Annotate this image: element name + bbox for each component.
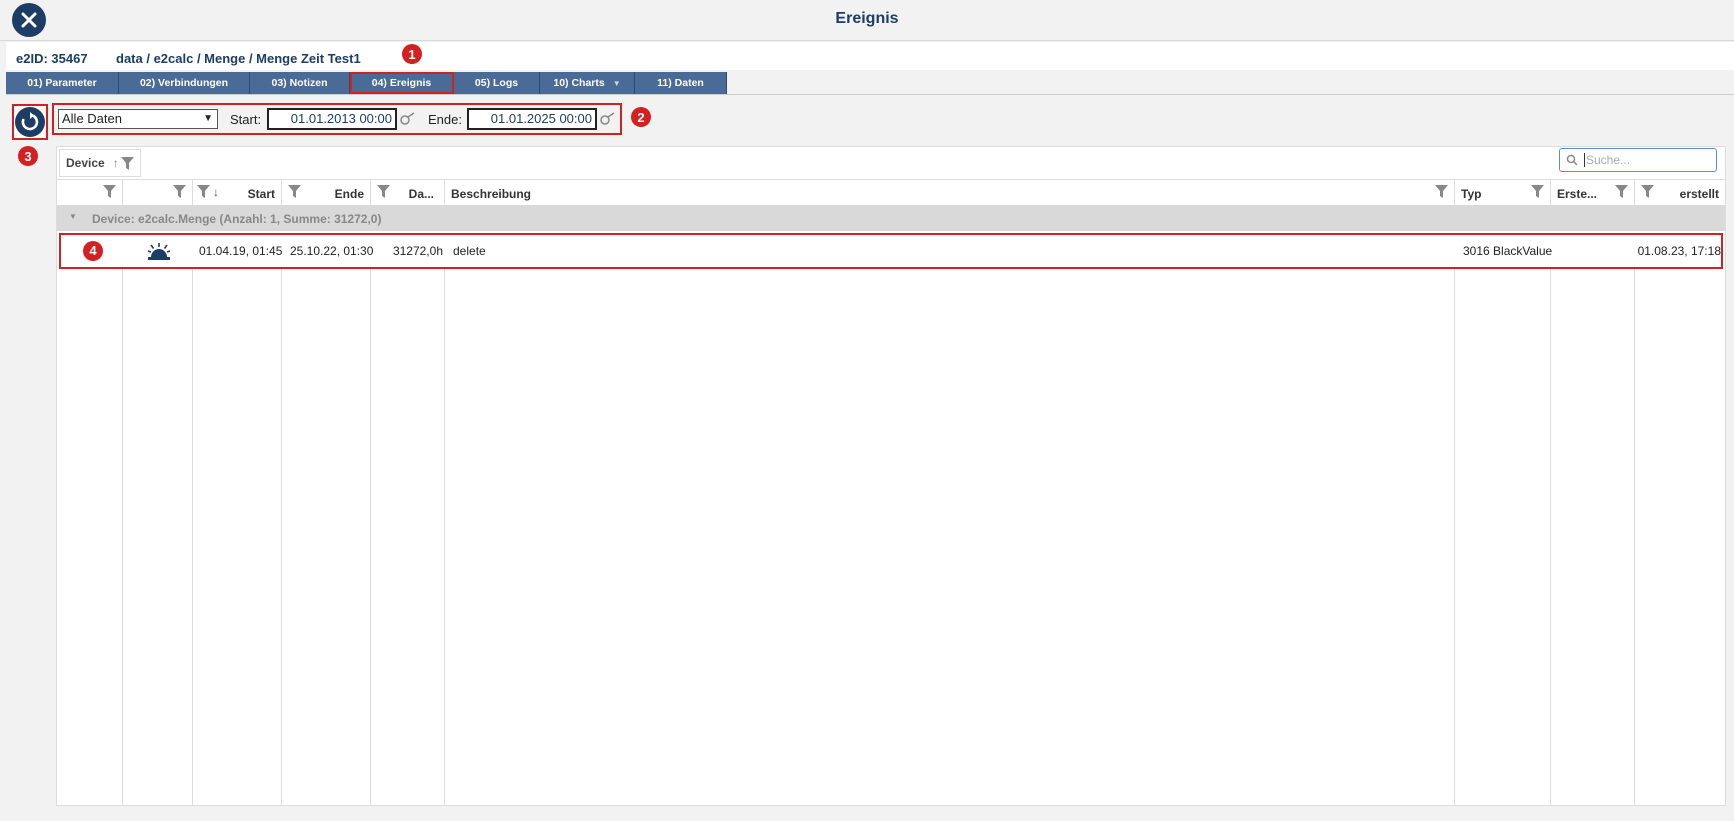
alarm-event-icon xyxy=(147,243,171,260)
info-bar: e2ID: 35467 data / e2calc / Menge / Meng… xyxy=(6,42,1734,70)
tab-ereignis[interactable]: 04) Ereignis xyxy=(350,72,454,94)
search-placeholder: Suche... xyxy=(1584,153,1631,167)
tab-charts[interactable]: 10) Charts ▼ xyxy=(540,72,635,94)
column-divider xyxy=(281,269,282,805)
tab-logs[interactable]: 05) Logs xyxy=(454,72,540,94)
cell-ende: 25.10.22, 01:30 xyxy=(290,244,374,258)
row-marker-cell: 4 xyxy=(61,235,125,267)
tab-parameter[interactable]: 01) Parameter xyxy=(6,72,119,94)
column-divider xyxy=(1454,269,1455,805)
column-divider xyxy=(122,269,123,805)
column-header-symbol[interactable] xyxy=(123,180,193,206)
column-header-typ[interactable]: Typ xyxy=(1455,180,1551,206)
window-title: Ereignis xyxy=(835,10,899,27)
column-divider xyxy=(1550,269,1551,805)
end-label: Ende: xyxy=(428,112,462,127)
calendar-picker-icon[interactable] xyxy=(400,111,416,125)
column-label-start: Start xyxy=(247,187,275,201)
tab-bar: 01) Parameter 02) Verbindungen 03) Notiz… xyxy=(6,72,1734,95)
group-row-label: Device: e2calc.Menge (Anzahl: 1, Summe: … xyxy=(92,212,382,226)
annotation-marker-2: 2 xyxy=(631,107,651,127)
refresh-circle xyxy=(15,107,45,137)
e2id-label: e2ID: 35467 xyxy=(16,51,88,66)
tab-notizen[interactable]: 03) Notizen xyxy=(250,72,350,94)
end-date-input[interactable]: 01.01.2025 00:00 xyxy=(467,108,597,130)
group-chip-label: Device xyxy=(66,156,105,170)
column-divider xyxy=(1634,269,1635,805)
start-date-input[interactable]: 01.01.2013 00:00 xyxy=(267,108,397,130)
column-label-erste: Erste... xyxy=(1557,187,1598,201)
tab-charts-label: 10) Charts xyxy=(553,77,605,89)
range-select[interactable]: Alle Daten ▼ xyxy=(58,109,218,129)
filter-icon[interactable] xyxy=(377,185,390,198)
tab-daten[interactable]: 11) Daten xyxy=(635,72,727,94)
search-icon xyxy=(1566,154,1578,166)
events-grid: Device ↑ Suche... ↓ Start Ende Da... Bes… xyxy=(56,146,1726,806)
refresh-icon xyxy=(21,112,39,131)
cell-erste xyxy=(1553,235,1637,267)
chevron-down-icon: ▼ xyxy=(203,113,213,124)
annotation-marker-3: 3 xyxy=(18,146,38,166)
column-divider xyxy=(444,269,445,805)
filter-icon[interactable] xyxy=(1531,185,1544,198)
annotation-marker-4: 4 xyxy=(83,241,103,261)
breadcrumb: data / e2calc / Menge / Menge Zeit Test1 xyxy=(116,51,361,66)
filter-icon[interactable] xyxy=(288,185,301,198)
filter-icon[interactable] xyxy=(1435,185,1448,198)
chevron-down-icon: ▼ xyxy=(612,78,621,88)
event-symbol-cell xyxy=(125,235,195,267)
column-label-erstellt: erstellt xyxy=(1679,187,1719,201)
column-header-erste[interactable]: Erste... xyxy=(1551,180,1635,206)
column-header-start[interactable]: ↓ Start xyxy=(193,180,282,206)
cell-beschreibung: delete xyxy=(453,244,486,258)
filter-icon[interactable] xyxy=(103,185,116,198)
column-label-typ: Typ xyxy=(1461,187,1482,201)
grid-header: ↓ Start Ende Da... Beschreibung Typ Erst… xyxy=(57,179,1725,207)
range-select-value: Alle Daten xyxy=(62,111,122,126)
group-row[interactable]: ▼ Device: e2calc.Menge (Anzahl: 1, Summe… xyxy=(57,205,1725,231)
sort-asc-icon[interactable]: ↑ xyxy=(113,156,119,170)
collapse-icon[interactable]: ▼ xyxy=(69,212,77,221)
tab-verbindungen[interactable]: 02) Verbindungen xyxy=(119,72,250,94)
cell-dauer: 31272,0h xyxy=(392,244,443,258)
column-header-ende[interactable]: Ende xyxy=(282,180,371,206)
column-label-dauer: Da... xyxy=(408,187,434,201)
filter-icon[interactable] xyxy=(1615,185,1628,198)
column-label-beschreibung: Beschreibung xyxy=(451,187,532,201)
table-row[interactable]: 4 01.04.19, 01:45 25.10.22, 01:30 31272,… xyxy=(59,233,1723,269)
column-divider xyxy=(192,269,193,805)
cell-start: 01.04.19, 01:45 xyxy=(199,244,283,258)
group-chip-device[interactable]: Device ↑ xyxy=(59,149,141,177)
start-label: Start: xyxy=(230,112,262,127)
filter-icon[interactable] xyxy=(173,185,186,198)
filter-icon[interactable] xyxy=(120,156,134,170)
date-filter-box: Alle Daten ▼ Start: 01.01.2013 00:00 End… xyxy=(52,103,622,135)
annotation-marker-1: 1 xyxy=(402,44,422,64)
cell-erstellt: 01.08.23, 17:18 xyxy=(1637,244,1721,258)
search-input[interactable]: Suche... xyxy=(1559,148,1717,172)
column-header-icon[interactable] xyxy=(57,180,123,206)
sort-desc-icon[interactable]: ↓ xyxy=(213,185,219,199)
group-by-area: Device ↑ Suche... xyxy=(57,147,1725,179)
filter-icon[interactable] xyxy=(197,185,210,198)
calendar-picker-icon[interactable] xyxy=(600,111,616,125)
refresh-button[interactable] xyxy=(12,104,48,140)
column-header-dauer[interactable]: Da... xyxy=(371,180,445,206)
cell-typ: 3016 BlackValue xyxy=(1463,244,1553,258)
column-label-ende: Ende xyxy=(334,187,364,201)
column-divider xyxy=(370,269,371,805)
filter-icon[interactable] xyxy=(1641,185,1654,198)
title-bar: Ereignis xyxy=(0,0,1734,41)
column-header-beschreibung[interactable]: Beschreibung xyxy=(445,180,1455,206)
column-header-erstellt[interactable]: erstellt xyxy=(1635,180,1725,206)
